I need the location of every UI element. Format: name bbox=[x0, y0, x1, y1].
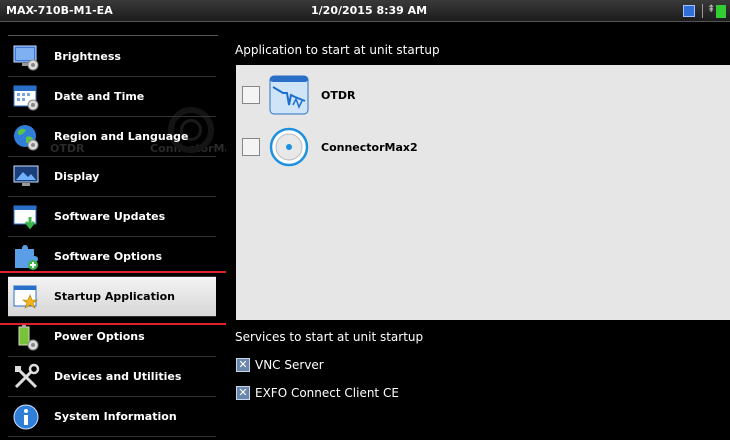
sidebar-item-label: Date and Time bbox=[54, 90, 145, 103]
sidebar-item-date-time[interactable]: Date and Time bbox=[8, 77, 216, 117]
list-item[interactable]: ✕ VNC Server bbox=[236, 358, 324, 372]
sidebar-item-software-updates[interactable]: Software Updates bbox=[8, 197, 216, 237]
plug-icon: ⇞ bbox=[707, 4, 716, 15]
sidebar-item-label: Power Options bbox=[54, 330, 145, 343]
monitor-icon bbox=[10, 41, 42, 73]
power-options-icon bbox=[10, 321, 42, 353]
service-label: VNC Server bbox=[255, 358, 324, 372]
tray-divider bbox=[702, 4, 703, 18]
apps-section-title: Application to start at unit startup bbox=[235, 43, 440, 57]
sidebar-item-region-language[interactable]: Region and Language bbox=[8, 117, 216, 157]
settings-sidebar: OTDR ConnectorMax2 Brightness Date and T… bbox=[0, 37, 247, 440]
sidebar-item-power-options[interactable]: Power Options bbox=[8, 317, 216, 357]
list-item[interactable]: OTDR bbox=[236, 70, 730, 120]
calendar-icon bbox=[10, 81, 42, 113]
puzzle-icon bbox=[10, 241, 42, 273]
otdr-checkbox[interactable] bbox=[242, 86, 260, 104]
connectormax2-checkbox[interactable] bbox=[242, 138, 260, 156]
sidebar-item-label: Software Updates bbox=[54, 210, 166, 223]
list-item[interactable]: ✕ EXFO Connect Client CE bbox=[236, 386, 399, 400]
update-icon bbox=[10, 201, 42, 233]
app-name: OTDR bbox=[321, 88, 356, 102]
sidebar-item-display[interactable]: Display bbox=[8, 157, 216, 197]
sidebar-item-label: Brightness bbox=[54, 50, 121, 63]
info-icon bbox=[10, 401, 42, 433]
sidebar-item-label: Startup Application bbox=[54, 290, 175, 303]
otdr-icon bbox=[269, 75, 309, 115]
sidebar-item-brightness[interactable]: Brightness bbox=[8, 37, 216, 77]
date-time: 1/20/2015 8:39 AM bbox=[311, 4, 428, 17]
service-label: EXFO Connect Client CE bbox=[255, 386, 399, 400]
title-bar: MAX-710B-M1-EA 1/20/2015 8:39 AM ⇞ bbox=[0, 0, 730, 22]
window-icon[interactable] bbox=[683, 5, 695, 17]
sidebar-item-label: Software Options bbox=[54, 250, 163, 263]
apps-list: OTDR ConnectorMax2 bbox=[236, 65, 730, 320]
connector-icon bbox=[269, 127, 309, 167]
list-item[interactable]: ConnectorMax2 bbox=[236, 122, 730, 172]
exfo-connect-checkbox[interactable]: ✕ bbox=[236, 386, 250, 400]
app-name: ConnectorMax2 bbox=[321, 140, 418, 154]
main-panel: Application to start at unit startup OTD… bbox=[226, 37, 730, 440]
sidebar-divider bbox=[8, 35, 218, 36]
globe-icon bbox=[10, 121, 42, 153]
display-icon bbox=[10, 161, 42, 193]
vnc-server-checkbox[interactable]: ✕ bbox=[236, 358, 250, 372]
services-section-title: Services to start at unit startup bbox=[235, 330, 424, 344]
device-name: MAX-710B-M1-EA bbox=[6, 4, 113, 17]
sidebar-item-label: Display bbox=[54, 170, 100, 183]
sidebar-item-label: System Information bbox=[54, 410, 177, 423]
sidebar-item-label: Region and Language bbox=[54, 130, 189, 143]
sidebar-item-devices-utilities[interactable]: Devices and Utilities bbox=[8, 357, 216, 397]
sidebar-item-label: Devices and Utilities bbox=[54, 370, 182, 383]
sidebar-item-system-information[interactable]: System Information bbox=[8, 397, 216, 437]
battery-icon[interactable] bbox=[716, 5, 726, 18]
tools-icon bbox=[10, 361, 42, 393]
sidebar-item-startup-application[interactable]: Startup Application bbox=[8, 277, 216, 317]
sidebar-item-software-options[interactable]: Software Options bbox=[8, 237, 216, 277]
star-window-icon bbox=[10, 281, 42, 313]
